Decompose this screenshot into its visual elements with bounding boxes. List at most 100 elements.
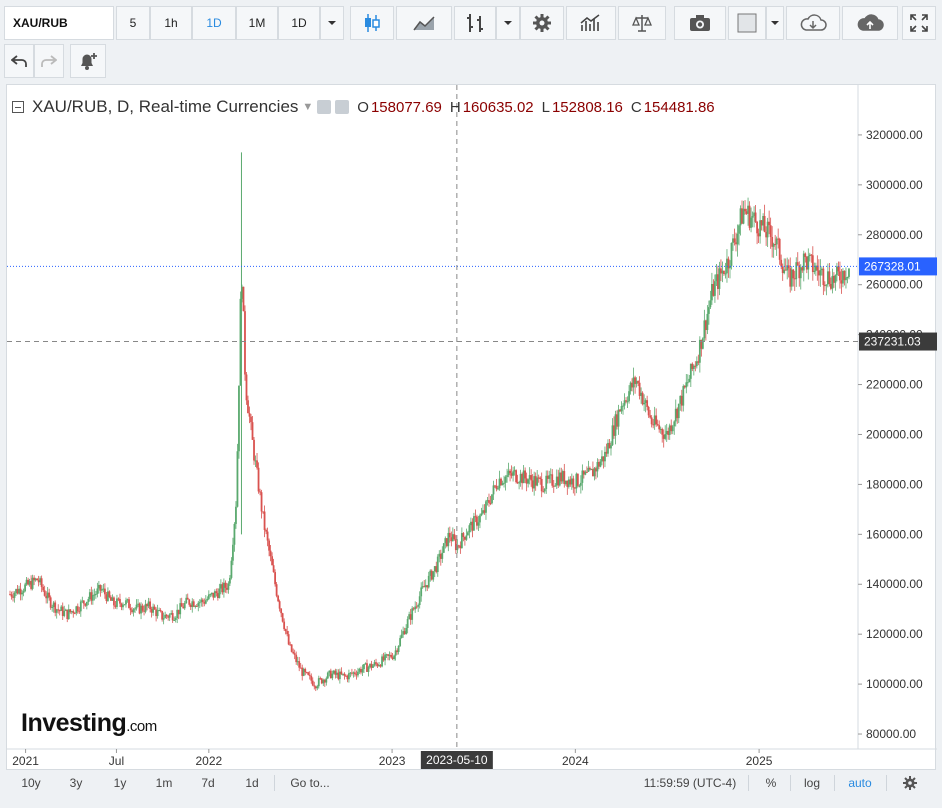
candle-body [473, 516, 475, 531]
candle-body [763, 216, 766, 232]
candle-body [272, 565, 275, 573]
chart-app: XAU/RUB 5 1h 1D 1M 1D 80000.00 100000.00… [0, 0, 942, 808]
candle-body [251, 422, 254, 440]
price-chart[interactable]: 80000.00 100000.00 120000.00 140000.00 16000… [7, 85, 937, 771]
candle-body [551, 474, 554, 486]
range-7d-button[interactable]: 7d [190, 772, 226, 794]
candle-body [343, 673, 346, 676]
candle-body [96, 588, 99, 595]
candle-body [36, 578, 39, 581]
chart-panel[interactable]: 80000.00 100000.00 120000.00 140000.00 16000… [6, 84, 937, 771]
candle-body [730, 242, 733, 266]
timezone-clock[interactable]: 11:59:59 (UTC-4) [638, 772, 742, 794]
legend-settings-icon[interactable] [335, 100, 350, 114]
candle-body [769, 225, 772, 238]
compare-button[interactable] [618, 6, 666, 40]
interval-1h-button[interactable]: 1h [150, 6, 192, 40]
collapse-legend-icon[interactable] [12, 101, 24, 113]
add-alert-button[interactable] [70, 44, 106, 78]
candle-body [286, 631, 289, 635]
candle-body [192, 601, 195, 607]
legend-title[interactable]: XAU/RUB, D, Real-time Currencies [32, 97, 298, 117]
candle-body [229, 577, 231, 584]
candle-body [174, 617, 177, 621]
range-1d-button[interactable]: 1d [234, 772, 270, 794]
candle-body [275, 584, 278, 596]
interval-1d-button[interactable]: 1D [192, 6, 236, 40]
candle-body [298, 661, 301, 668]
fullscreen-button[interactable] [902, 6, 936, 40]
chevron-down-icon [504, 21, 512, 25]
bars-style-button[interactable] [454, 6, 496, 40]
candle-body [617, 409, 620, 427]
go-to-date-button[interactable]: Go to... [282, 772, 338, 794]
interval-1m-button[interactable]: 1M [236, 6, 278, 40]
load-layout-button[interactable] [786, 6, 840, 40]
redo-button[interactable] [34, 44, 64, 78]
percent-scale-toggle[interactable]: % [758, 772, 784, 794]
chart-style-dropdown[interactable] [496, 6, 520, 40]
candle-body [488, 500, 490, 503]
candle-body [119, 599, 121, 604]
candle-body [256, 460, 258, 468]
range-1m-button[interactable]: 1m [146, 772, 182, 794]
candle-body [442, 543, 445, 553]
candle-body [432, 571, 435, 580]
chart-properties-button[interactable] [896, 772, 924, 794]
bottom-bar: 10y 3y 1y 1m 7d 1d Go to... 11:59:59 (UT… [6, 772, 936, 794]
save-layout-button[interactable] [842, 6, 898, 40]
candle-body [518, 482, 521, 484]
symbol-input[interactable]: XAU/RUB [4, 6, 114, 40]
undo-button[interactable] [4, 44, 34, 78]
candle-body [24, 584, 26, 592]
screenshot-button[interactable] [674, 6, 726, 40]
candle-body [626, 401, 629, 403]
area-style-button[interactable] [396, 6, 452, 40]
range-1y-button[interactable]: 1y [102, 772, 138, 794]
candle-body [149, 601, 151, 610]
bottom-separator [748, 775, 749, 791]
candle-body [837, 266, 840, 272]
y-tick-label: 160000.00 [866, 527, 923, 541]
interval-dropdown[interactable] [320, 6, 344, 40]
candle-body [227, 583, 230, 590]
color-dropdown[interactable] [766, 6, 784, 40]
background-color-button[interactable] [728, 6, 766, 40]
candle-body [215, 591, 218, 594]
candle-body [599, 461, 602, 467]
candle-body [480, 513, 483, 516]
candle-body [232, 544, 234, 561]
candle-body [104, 588, 106, 595]
y-tick-label: 220000.00 [866, 378, 923, 392]
candle-body [180, 603, 183, 607]
range-3y-button[interactable]: 3y [58, 772, 94, 794]
candle-body [462, 533, 465, 537]
candle-body [283, 621, 286, 630]
candle-body [311, 680, 314, 686]
candle-body [13, 592, 16, 598]
candle-body [183, 603, 186, 609]
candles-style-button[interactable] [350, 6, 394, 40]
range-10y-button[interactable]: 10y [12, 772, 50, 794]
candle-body [123, 604, 126, 606]
indicators-button[interactable] [566, 6, 616, 40]
high-key: H [449, 98, 461, 116]
interval-1d-custom-button[interactable]: 1D [278, 6, 320, 40]
candle-body [497, 488, 499, 490]
candle-body [543, 488, 546, 492]
legend-dropdown-icon[interactable]: ▼ [302, 101, 313, 113]
settings-button[interactable] [520, 6, 564, 40]
secondary-toolbar [4, 44, 108, 78]
log-scale-toggle[interactable]: log [798, 772, 826, 794]
candle-body [664, 434, 667, 439]
area-chart-icon [413, 16, 435, 31]
candle-body [539, 477, 542, 479]
candle-body [236, 451, 239, 507]
candle-body [159, 610, 162, 612]
interval-5-button[interactable]: 5 [116, 6, 150, 40]
x-tick-label: 2022 [195, 754, 222, 768]
candle-body [284, 629, 287, 632]
top-toolbar: XAU/RUB 5 1h 1D 1M 1D [4, 6, 938, 40]
visibility-icon[interactable] [317, 100, 332, 114]
auto-scale-toggle[interactable]: auto [842, 772, 878, 794]
